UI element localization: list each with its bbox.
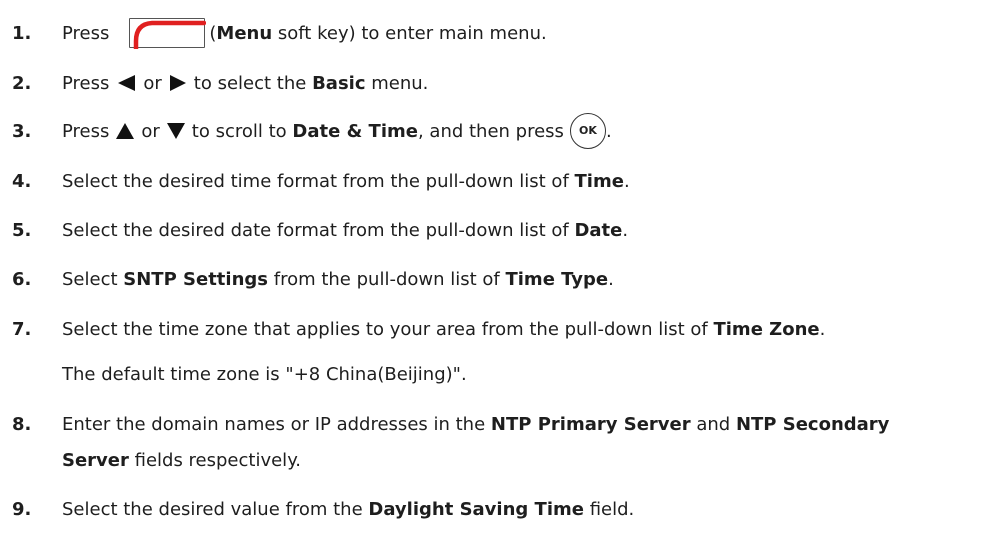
step-number: 4. — [12, 170, 32, 192]
step-text: . — [608, 268, 614, 290]
step-text: field. — [589, 498, 635, 520]
step-text: Select the time zone that applies to you… — [62, 318, 708, 340]
bold-term: SNTP Settings — [123, 268, 268, 290]
step-text: or — [143, 72, 162, 94]
step-2: 2. Press or to select the Basic menu. — [0, 66, 1005, 100]
step-text: from the pull-down list of — [273, 268, 500, 290]
step-4: 4. Select the desired time format from t… — [0, 164, 1005, 198]
step-number: 7. — [12, 318, 32, 340]
step-text: to select the — [193, 72, 307, 94]
bold-term: Time Zone — [713, 318, 820, 340]
step-8: 8. Enter the domain names or IP addresse… — [0, 407, 1005, 441]
step-text: Press — [62, 22, 110, 44]
right-arrow-icon — [169, 75, 186, 91]
step-text: . — [622, 219, 629, 241]
bold-term: Menu — [216, 22, 273, 44]
bold-term: Time Type — [505, 268, 609, 290]
step-text: . — [605, 120, 612, 142]
step-6: 6. Select SNTP Settings from the pull-do… — [0, 262, 1005, 296]
step-text: Select — [62, 268, 118, 290]
step-text: Enter the domain names or IP addresses i… — [62, 413, 486, 435]
step-1: 1. Press (Menu soft key) to enter main m… — [0, 16, 1005, 50]
step-number: 5. — [12, 219, 32, 241]
step-text: Select the desired time format from the … — [62, 170, 569, 192]
step-7-note: The default time zone is "+8 China(Beiji… — [0, 357, 1005, 391]
left-arrow-icon — [118, 75, 136, 91]
step-number: 1. — [12, 22, 32, 44]
down-arrow-icon — [166, 123, 185, 139]
step-text: or — [141, 120, 160, 142]
instruction-document: 1. Press (Menu soft key) to enter main m… — [0, 0, 1005, 534]
step-text: menu. — [371, 72, 429, 94]
step-text: . — [623, 170, 630, 192]
step-number: 6. — [12, 268, 32, 290]
step-text: soft key) to enter main menu. — [277, 22, 547, 44]
bold-term: NTP Secondary — [735, 413, 890, 435]
step-8-continuation: Server fields respectively. — [0, 443, 1005, 477]
step-text: Select the desired value from the — [62, 498, 363, 520]
paren: ( — [209, 22, 217, 44]
step-3: 3. Press or to scroll to Date & Time, an… — [0, 113, 1005, 149]
step-text: fields respectively. — [134, 449, 301, 471]
note-text: The default time zone is "+8 China(Beiji… — [62, 363, 467, 385]
step-number: 2. — [12, 72, 32, 94]
bold-term: Time — [574, 170, 624, 192]
step-number: 3. — [12, 120, 32, 142]
bold-term: Basic — [312, 72, 366, 94]
step-text: and — [696, 413, 731, 435]
step-text: , and then press — [417, 120, 564, 142]
bold-term: Daylight Saving Time — [368, 498, 584, 520]
bold-term: Server — [62, 449, 129, 471]
step-5: 5. Select the desired date format from t… — [0, 213, 1005, 247]
step-7: 7. Select the time zone that applies to … — [0, 312, 1005, 346]
step-number: 9. — [12, 498, 32, 520]
step-text: Select the desired date format from the … — [62, 219, 569, 241]
step-number: 8. — [12, 413, 32, 435]
step-text: Press — [62, 72, 110, 94]
bold-term: Date — [574, 219, 623, 241]
step-text: Press — [62, 120, 110, 142]
bold-term: Date & Time — [292, 120, 418, 142]
up-arrow-icon — [116, 123, 135, 139]
menu-soft-key-icon — [129, 18, 207, 49]
step-text: to scroll to — [191, 120, 287, 142]
bold-term: NTP Primary Server — [490, 413, 691, 435]
step-text: . — [819, 318, 826, 340]
ok-button-icon: OK — [569, 113, 606, 149]
step-9: 9. Select the desired value from the Day… — [0, 492, 1005, 526]
